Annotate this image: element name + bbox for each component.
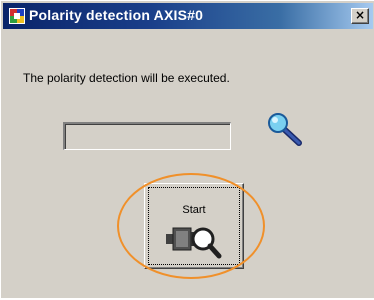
start-button[interactable]: Start	[144, 183, 244, 269]
instruction-text: The polarity detection will be executed.	[23, 71, 230, 85]
close-button[interactable]: ×	[351, 8, 369, 24]
motor-magnifier-icon	[166, 227, 222, 259]
window-title: Polarity detection AXIS#0	[29, 7, 204, 23]
magnifier-icon	[268, 113, 302, 146]
start-button-label: Start	[182, 204, 206, 216]
app-icon	[9, 8, 25, 24]
detection-result-field	[63, 122, 231, 150]
title-bar[interactable]: Polarity detection AXIS#0 ×	[3, 3, 373, 29]
dialog-window: Polarity detection AXIS#0 × The polarity…	[0, 0, 374, 300]
close-icon: ×	[354, 8, 366, 22]
